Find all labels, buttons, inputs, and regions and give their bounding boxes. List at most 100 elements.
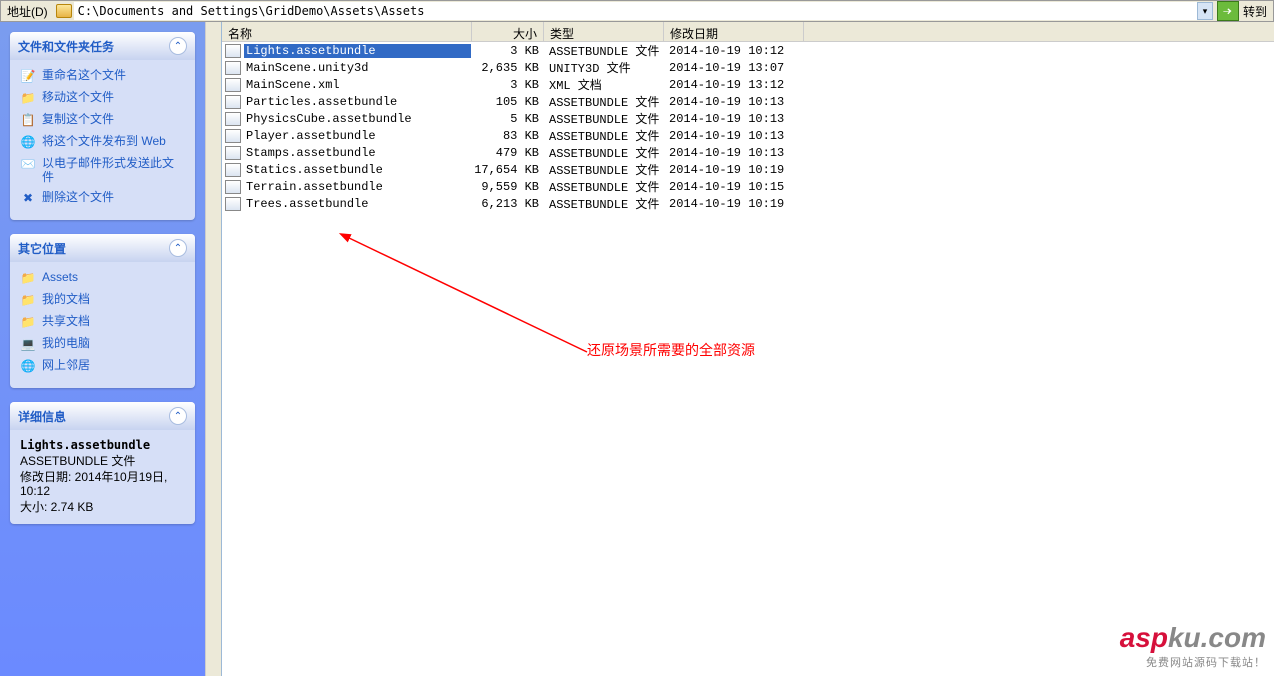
task-icon: 📝 — [20, 68, 36, 84]
place-label: Assets — [42, 270, 185, 284]
place-item[interactable]: 📁Assets — [20, 270, 185, 286]
file-name: Trees.assetbundle — [244, 197, 471, 211]
task-icon: 📁 — [20, 90, 36, 106]
file-date: 2014-10-19 13:12 — [663, 78, 803, 92]
file-row[interactable]: Player.assetbundle83 KBASSETBUNDLE 文件201… — [222, 127, 1274, 144]
sidebar-scrollbar[interactable] — [205, 22, 221, 676]
annotation-text: 还原场景所需要的全部资源 — [587, 340, 755, 360]
col-date[interactable]: 修改日期 — [664, 22, 804, 41]
file-type: ASSETBUNDLE 文件 — [543, 42, 663, 59]
file-name: MainScene.xml — [244, 78, 471, 92]
task-item[interactable]: 🌐 将这个文件发布到 Web — [20, 134, 185, 150]
file-icon — [225, 44, 241, 58]
file-date: 2014-10-19 10:19 — [663, 197, 803, 211]
file-list-pane: 名称 大小 类型 修改日期 Lights.assetbundle3 KBASSE… — [221, 22, 1274, 676]
place-icon: 🌐 — [20, 358, 36, 374]
file-icon — [225, 129, 241, 143]
file-type: UNITY3D 文件 — [543, 59, 663, 76]
panel-tasks-title: 文件和文件夹任务 — [18, 38, 114, 55]
col-size[interactable]: 大小 — [472, 22, 544, 41]
task-item[interactable]: 📋复制这个文件 — [20, 112, 185, 128]
file-size: 2,635 KB — [471, 61, 543, 75]
file-date: 2014-10-19 10:19 — [663, 163, 803, 177]
file-name: Statics.assetbundle — [244, 163, 471, 177]
file-type: XML 文档 — [543, 76, 663, 93]
place-item[interactable]: 📁我的文档 — [20, 292, 185, 308]
task-icon: 🌐 — [20, 134, 36, 150]
file-icon — [225, 197, 241, 211]
collapse-icon[interactable]: ⌃ — [169, 407, 187, 425]
place-label: 我的电脑 — [42, 336, 185, 350]
task-item[interactable]: ✖ 删除这个文件 — [20, 190, 185, 206]
task-item[interactable]: 📁 移动这个文件 — [20, 90, 185, 106]
detail-filename: Lights.assetbundle — [20, 438, 185, 452]
file-row[interactable]: Particles.assetbundle105 KBASSETBUNDLE 文… — [222, 93, 1274, 110]
task-label: 将这个文件发布到 Web — [42, 134, 185, 148]
file-type: ASSETBUNDLE 文件 — [543, 144, 663, 161]
file-size: 3 KB — [471, 44, 543, 58]
detail-size: 大小: 2.74 KB — [20, 500, 185, 514]
file-size: 17,654 KB — [471, 163, 543, 177]
file-date: 2014-10-19 10:15 — [663, 180, 803, 194]
file-size: 3 KB — [471, 78, 543, 92]
file-icon — [225, 163, 241, 177]
task-label: 移动这个文件 — [42, 90, 185, 104]
file-date: 2014-10-19 10:13 — [663, 95, 803, 109]
address-label: 地址(D) — [1, 3, 54, 20]
file-icon — [225, 180, 241, 194]
file-row[interactable]: Statics.assetbundle17,654 KBASSETBUNDLE … — [222, 161, 1274, 178]
file-size: 5 KB — [471, 112, 543, 126]
file-row[interactable]: MainScene.unity3d2,635 KBUNITY3D 文件2014-… — [222, 59, 1274, 76]
task-label: 复制这个文件 — [42, 112, 185, 126]
task-label: 删除这个文件 — [42, 190, 185, 204]
address-input[interactable] — [74, 2, 1197, 20]
file-row[interactable]: Trees.assetbundle6,213 KBASSETBUNDLE 文件2… — [222, 195, 1274, 212]
file-name: Player.assetbundle — [244, 129, 471, 143]
file-name: Lights.assetbundle — [244, 44, 471, 58]
place-icon: 💻 — [20, 336, 36, 352]
file-row[interactable]: MainScene.xml3 KBXML 文档2014-10-19 13:12 — [222, 76, 1274, 93]
file-icon — [225, 146, 241, 160]
file-row[interactable]: Lights.assetbundle3 KBASSETBUNDLE 文件2014… — [222, 42, 1274, 59]
collapse-icon[interactable]: ⌃ — [169, 239, 187, 257]
panel-tasks-header[interactable]: 文件和文件夹任务 ⌃ — [10, 32, 195, 60]
task-label: 重命名这个文件 — [42, 68, 185, 82]
file-type: ASSETBUNDLE 文件 — [543, 178, 663, 195]
file-icon — [225, 61, 241, 75]
file-size: 6,213 KB — [471, 197, 543, 211]
panel-places: 其它位置 ⌃ 📁Assets 📁我的文档 📁 共享文档 💻 我的电脑 🌐 网上邻居 — [10, 234, 195, 388]
panel-places-header[interactable]: 其它位置 ⌃ — [10, 234, 195, 262]
go-button[interactable] — [1217, 1, 1239, 21]
file-icon — [225, 112, 241, 126]
file-list: Lights.assetbundle3 KBASSETBUNDLE 文件2014… — [222, 42, 1274, 212]
task-icon: ✖ — [20, 190, 36, 206]
col-type[interactable]: 类型 — [544, 22, 664, 41]
address-bar: 地址(D) ▾ 转到 — [0, 0, 1274, 22]
file-row[interactable]: Terrain.assetbundle9,559 KBASSETBUNDLE 文… — [222, 178, 1274, 195]
panel-places-title: 其它位置 — [18, 240, 66, 257]
place-item[interactable]: 💻 我的电脑 — [20, 336, 185, 352]
place-item[interactable]: 📁 共享文档 — [20, 314, 185, 330]
panel-details-header[interactable]: 详细信息 ⌃ — [10, 402, 195, 430]
place-label: 共享文档 — [42, 314, 185, 328]
folder-icon — [56, 4, 72, 18]
file-size: 9,559 KB — [471, 180, 543, 194]
file-size: 83 KB — [471, 129, 543, 143]
place-label: 网上邻居 — [42, 358, 185, 372]
place-icon: 📁 — [20, 314, 36, 330]
file-name: Particles.assetbundle — [244, 95, 471, 109]
detail-moddate: 修改日期: 2014年10月19日, 10:12 — [20, 470, 185, 498]
place-item[interactable]: 🌐 网上邻居 — [20, 358, 185, 374]
task-item[interactable]: ✉️以电子邮件形式发送此文件 — [20, 156, 185, 184]
address-dropdown[interactable]: ▾ — [1197, 2, 1213, 20]
file-size: 479 KB — [471, 146, 543, 160]
arrow-annotation — [337, 232, 597, 362]
file-list-header: 名称 大小 类型 修改日期 — [222, 22, 1274, 42]
file-row[interactable]: Stamps.assetbundle479 KBASSETBUNDLE 文件20… — [222, 144, 1274, 161]
collapse-icon[interactable]: ⌃ — [169, 37, 187, 55]
file-date: 2014-10-19 13:07 — [663, 61, 803, 75]
col-name[interactable]: 名称 — [222, 22, 472, 41]
task-item[interactable]: 📝 重命名这个文件 — [20, 68, 185, 84]
go-label: 转到 — [1243, 3, 1273, 20]
file-row[interactable]: PhysicsCube.assetbundle5 KBASSETBUNDLE 文… — [222, 110, 1274, 127]
